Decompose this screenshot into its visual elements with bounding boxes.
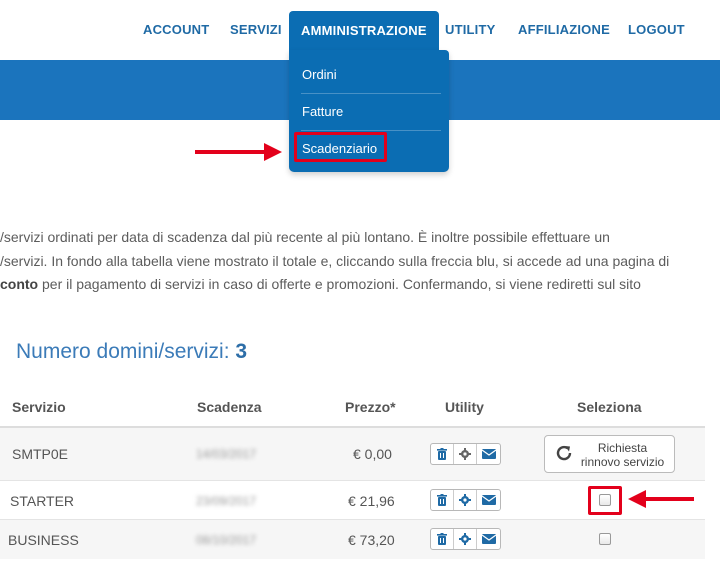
nav-servizi[interactable]: SERVIZI <box>230 0 282 60</box>
column-header-servizio: Servizio <box>12 399 66 415</box>
table-row: BUSINESS 08/10/2017 € 73,20 <box>0 520 705 559</box>
trash-icon <box>437 533 447 545</box>
cell-scadenza: 14/03/2017 <box>196 447 257 461</box>
envelope-icon <box>481 495 496 505</box>
menu-item-ordini[interactable]: Ordini <box>289 56 449 93</box>
gear-icon <box>459 533 471 545</box>
intro-bold-word: conto <box>0 276 39 292</box>
renew-line-2: rinnovo servizio <box>580 455 665 469</box>
email-button[interactable] <box>477 529 500 549</box>
nav-utility[interactable]: UTILITY <box>445 0 496 60</box>
menu-item-scadenziario[interactable]: Scadenziario <box>289 130 449 167</box>
cell-prezzo: € 21,96 <box>348 493 395 509</box>
intro-line-3: conto per il pagamento di servizi in cas… <box>0 273 720 297</box>
delete-button[interactable] <box>431 529 454 549</box>
menu-item-label: Scadenziario <box>302 141 378 156</box>
amministrazione-dropdown: Ordini Fatture Scadenziario <box>289 50 449 172</box>
intro-line-3-rest: per il pagamento di servizi in caso di o… <box>38 276 641 292</box>
settings-button[interactable] <box>454 444 477 464</box>
gear-icon <box>459 448 471 460</box>
utility-button-group <box>430 443 501 465</box>
cell-scadenza: 23/09/2017 <box>196 494 257 508</box>
email-button[interactable] <box>477 490 500 510</box>
column-header-scadenza: Scadenza <box>197 399 262 415</box>
gear-icon <box>459 494 471 506</box>
menu-item-label: Fatture <box>302 104 344 119</box>
nav-logout[interactable]: LOGOUT <box>628 0 685 60</box>
cell-servizio: BUSINESS <box>8 532 79 548</box>
renew-service-button[interactable]: Richiesta rinnovo servizio <box>544 435 675 473</box>
intro-line-2: /servizi. In fondo alla tabella viene mo… <box>0 252 670 269</box>
intro-paragraph: /servizi ordinati per data di scadenza d… <box>0 226 720 297</box>
count-label: Numero domini/servizi: <box>16 340 236 363</box>
menu-item-fatture[interactable]: Fatture <box>289 93 449 130</box>
trash-icon <box>437 448 447 460</box>
cell-servizio: SMTP0E <box>12 446 69 462</box>
annotation-arrow-icon <box>195 150 265 154</box>
envelope-icon <box>481 449 496 459</box>
arrow-head-icon <box>264 143 282 161</box>
refresh-icon <box>556 445 572 461</box>
cell-scadenza: 08/10/2017 <box>196 533 257 547</box>
column-header-seleziona: Seleziona <box>577 399 642 415</box>
renew-line-1: Richiesta <box>597 441 648 455</box>
utility-button-group <box>430 489 501 511</box>
menu-item-label: Ordini <box>302 67 337 82</box>
utility-button-group <box>430 528 501 550</box>
cell-prezzo: € 0,00 <box>353 446 392 462</box>
annotation-arrow-icon <box>644 497 694 501</box>
email-button[interactable] <box>477 444 500 464</box>
settings-button[interactable] <box>454 490 477 510</box>
delete-button[interactable] <box>431 444 454 464</box>
nav-affiliazione[interactable]: AFFILIAZIONE <box>518 0 610 60</box>
services-count-title: Numero domini/servizi: 3 <box>16 340 247 364</box>
renew-button-label: Richiesta rinnovo servizio <box>575 441 670 469</box>
nav-account[interactable]: ACCOUNT <box>143 0 209 60</box>
select-checkbox[interactable] <box>599 533 611 545</box>
table-row: SMTP0E 14/03/2017 € 0,00 Richiesta rinno… <box>0 428 705 481</box>
nav-amministrazione[interactable]: AMMINISTRAZIONE <box>289 11 439 50</box>
cell-prezzo: € 73,20 <box>348 532 395 548</box>
select-checkbox[interactable] <box>599 494 611 506</box>
delete-button[interactable] <box>431 490 454 510</box>
table-row: STARTER 23/09/2017 € 21,96 <box>0 481 705 520</box>
settings-button[interactable] <box>454 529 477 549</box>
intro-line-1: /servizi ordinati per data di scadenza d… <box>0 229 610 245</box>
cell-servizio: STARTER <box>10 493 75 509</box>
envelope-icon <box>481 534 496 544</box>
column-header-prezzo: Prezzo* <box>345 399 396 415</box>
column-header-utility: Utility <box>445 399 484 415</box>
trash-icon <box>437 494 447 506</box>
count-value: 3 <box>235 340 248 363</box>
